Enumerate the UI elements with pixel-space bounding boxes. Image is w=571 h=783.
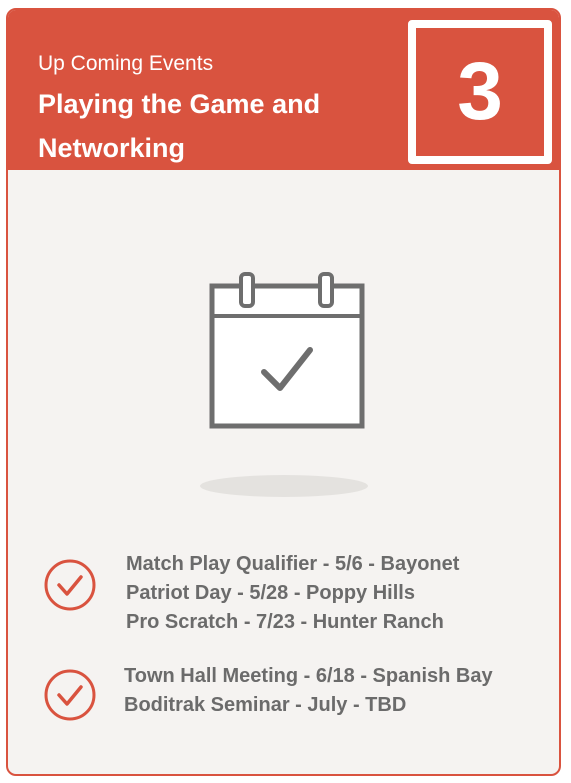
event-card: Up Coming Events Playing the Game and Ne… — [6, 8, 561, 776]
header-title: Playing the Game and Networking — [38, 89, 321, 163]
calendar-check-icon — [198, 268, 368, 500]
check-circle-icon — [43, 558, 97, 612]
event-item: Pro Scratch - 7/23 - Hunter Ranch — [126, 611, 444, 633]
event-item: Match Play Qualifier - 5/6 - Bayonet — [126, 553, 460, 575]
card-header: Up Coming Events Playing the Game and Ne… — [8, 10, 559, 170]
event-list: Match Play Qualifier - 5/6 - Bayonet Pat… — [126, 550, 459, 637]
event-item: Boditrak Seminar - July - TBD — [124, 694, 407, 716]
header-subtitle: Up Coming Events — [38, 52, 214, 75]
step-number: 3 — [457, 46, 503, 137]
event-list: Town Hall Meeting - 6/18 - Spanish Bay B… — [124, 662, 493, 720]
event-item: Patriot Day - 5/28 - Poppy Hills — [126, 582, 415, 604]
step-number-box: 3 — [408, 20, 552, 164]
check-circle-icon — [43, 668, 97, 722]
event-item: Town Hall Meeting - 6/18 - Spanish Bay — [124, 665, 493, 687]
